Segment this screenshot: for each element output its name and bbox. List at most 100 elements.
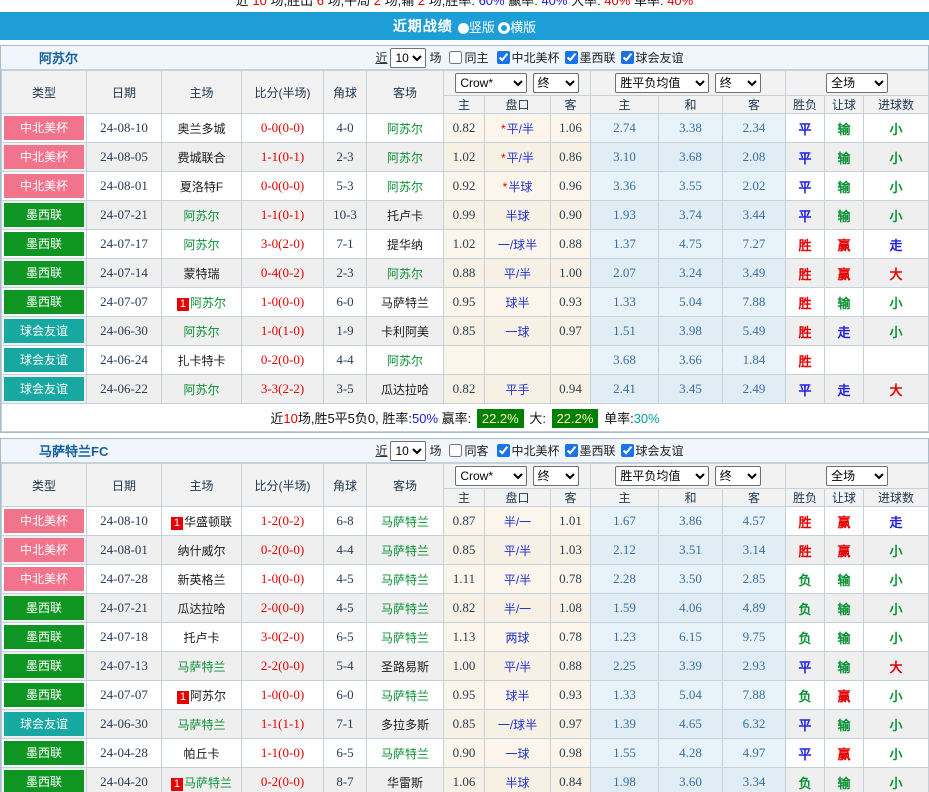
avg-draw-cell: 3.66: [659, 346, 723, 375]
handicap-text: 球半: [505, 689, 529, 703]
layout-radio-label[interactable]: 竖版: [469, 20, 495, 35]
goals-cell: 小: [864, 623, 929, 652]
league-cell: 中北美杯: [2, 172, 87, 201]
league-filter[interactable]: 球会友谊: [621, 49, 684, 66]
league-checkbox[interactable]: [497, 51, 510, 64]
goals-cell: 小: [864, 288, 929, 317]
corner-cell: 4-5: [324, 565, 367, 594]
goals-cell: 小: [864, 681, 929, 710]
match-row: 墨西联24-07-14蒙特瑞0-4(0-2)2-3阿苏尔0.88平/半1.002…: [2, 259, 929, 288]
team-text: 马萨特兰: [177, 660, 225, 674]
away-odds-cell: 1.00: [551, 259, 591, 288]
red-card-badge: 1: [177, 691, 189, 704]
bookmaker-select[interactable]: Crow*: [455, 73, 527, 93]
away-odds-cell: 0.94: [551, 375, 591, 404]
bookmaker-final-select[interactable]: 终: [533, 73, 579, 93]
handicap-cell: 球半: [485, 288, 551, 317]
avg-draw-cell: 4.75: [659, 230, 723, 259]
col-corner: 角球: [324, 464, 367, 507]
league-filter[interactable]: 球会友谊: [621, 442, 684, 459]
corner-cell: 10-3: [324, 201, 367, 230]
games-count-select[interactable]: 10: [390, 441, 426, 461]
match-row: 墨西联24-07-17阿苏尔3-0(2-0)7-1提华纳1.02一/球半0.88…: [2, 230, 929, 259]
handicap-cell: 平/半: [485, 565, 551, 594]
games-count-select[interactable]: 10: [390, 48, 426, 68]
league-cell: 墨西联: [2, 681, 87, 710]
bookmaker-final-select[interactable]: 终: [533, 466, 579, 486]
matches-table: 类型 日期 主场 比分(半场) 角球 客场 Crow* 终 胜平负均值 终: [1, 70, 929, 432]
layout-radio-unselected[interactable]: [498, 22, 510, 34]
scope-select[interactable]: 全场: [826, 73, 888, 93]
league-checkbox[interactable]: [565, 444, 578, 457]
live-odds-star: *: [501, 151, 506, 165]
corner-cell: 2-3: [324, 259, 367, 288]
same-venue-checkbox[interactable]: [449, 51, 462, 64]
result-cell: 平: [786, 739, 825, 768]
recent-label[interactable]: 近: [375, 442, 387, 459]
away-odds-cell: 0.78: [551, 623, 591, 652]
summary-segment: 40%: [604, 0, 630, 8]
recent-label[interactable]: 近: [375, 49, 387, 66]
summary-segment: 30%: [634, 411, 660, 426]
bookmaker-select[interactable]: Crow*: [455, 466, 527, 486]
col-away: 客场: [367, 71, 444, 114]
home-odds-cell: 0.85: [444, 710, 485, 739]
score-cell: 1-0(0-0): [242, 681, 324, 710]
avg-select[interactable]: 胜平负均值: [615, 466, 709, 486]
handicap-cell: *半球: [485, 172, 551, 201]
result-cell: 胜: [786, 536, 825, 565]
league-checkbox[interactable]: [565, 51, 578, 64]
league-cell: 球会友谊: [2, 375, 87, 404]
same-venue-checkbox[interactable]: [449, 444, 462, 457]
league-badge: 球会友谊: [4, 319, 84, 343]
team-text: 马萨特兰: [381, 573, 429, 587]
avg-select[interactable]: 胜平负均值: [615, 73, 709, 93]
league-filter[interactable]: 墨西联: [565, 49, 616, 66]
team-text: 阿苏尔: [183, 383, 219, 397]
team-text: 托卢卡: [387, 209, 423, 223]
date-cell: 24-07-21: [87, 201, 162, 230]
match-row: 墨西联24-04-28帕丘卡1-1(0-0)6-5马萨特兰0.90一球0.981…: [2, 739, 929, 768]
corner-cell: 3-5: [324, 375, 367, 404]
avg-away-cell: 2.49: [723, 375, 786, 404]
col-avg-home: 主: [591, 96, 659, 114]
team-text: 阿苏尔: [387, 122, 423, 136]
league-badge: 中北美杯: [4, 145, 84, 169]
league-cell: 墨西联: [2, 652, 87, 681]
goals-cell: 小: [864, 739, 929, 768]
col-type: 类型: [2, 71, 87, 114]
league-checkbox[interactable]: [621, 444, 634, 457]
team-text: 帕丘卡: [183, 747, 219, 761]
layout-radio-label[interactable]: 横版: [510, 20, 536, 35]
league-badge: 墨西联: [4, 741, 84, 765]
score-cell: 2-2(0-0): [242, 652, 324, 681]
match-row: 中北美杯24-08-10奥兰多城0-0(0-0)4-0阿苏尔0.82*平/半1.…: [2, 114, 929, 143]
league-checkbox[interactable]: [497, 444, 510, 457]
league-filter[interactable]: 中北美杯: [497, 442, 560, 459]
league-checkbox[interactable]: [621, 51, 634, 64]
avg-final-select[interactable]: 终: [715, 466, 761, 486]
date-cell: 24-06-22: [87, 375, 162, 404]
away-odds-cell: 1.06: [551, 114, 591, 143]
goals-cell: 小: [864, 172, 929, 201]
avg-final-select[interactable]: 终: [715, 73, 761, 93]
home-team-cell: 夏洛特F: [162, 172, 242, 201]
league-filter[interactable]: 墨西联: [565, 442, 616, 459]
same-venue-filter[interactable]: 同客: [449, 442, 488, 459]
layout-radio-selected[interactable]: [458, 23, 469, 34]
avg-draw-cell: 4.28: [659, 739, 723, 768]
handicap-cell: [485, 346, 551, 375]
corner-cell: 7-1: [324, 710, 367, 739]
date-cell: 24-06-30: [87, 317, 162, 346]
summary-segment: 22.2%: [477, 409, 524, 428]
scope-select[interactable]: 全场: [826, 466, 888, 486]
team-text: 马萨特兰: [381, 747, 429, 761]
league-filter[interactable]: 中北美杯: [497, 49, 560, 66]
league-filter-label: 墨西联: [580, 442, 616, 459]
handicap-result-cell: 赢: [825, 681, 864, 710]
match-row: 墨西联24-07-18托卢卡3-0(2-0)6-5马萨特兰1.13两球0.781…: [2, 623, 929, 652]
match-rows: 中北美杯24-08-101华盛顿联1-2(0-2)6-8马萨特兰0.87半/一1…: [2, 507, 929, 792]
corner-cell: 4-5: [324, 594, 367, 623]
filter-controls: 近 10 场 同主 中北美杯墨西联球会友谊: [245, 48, 683, 68]
same-venue-filter[interactable]: 同主: [449, 49, 488, 66]
